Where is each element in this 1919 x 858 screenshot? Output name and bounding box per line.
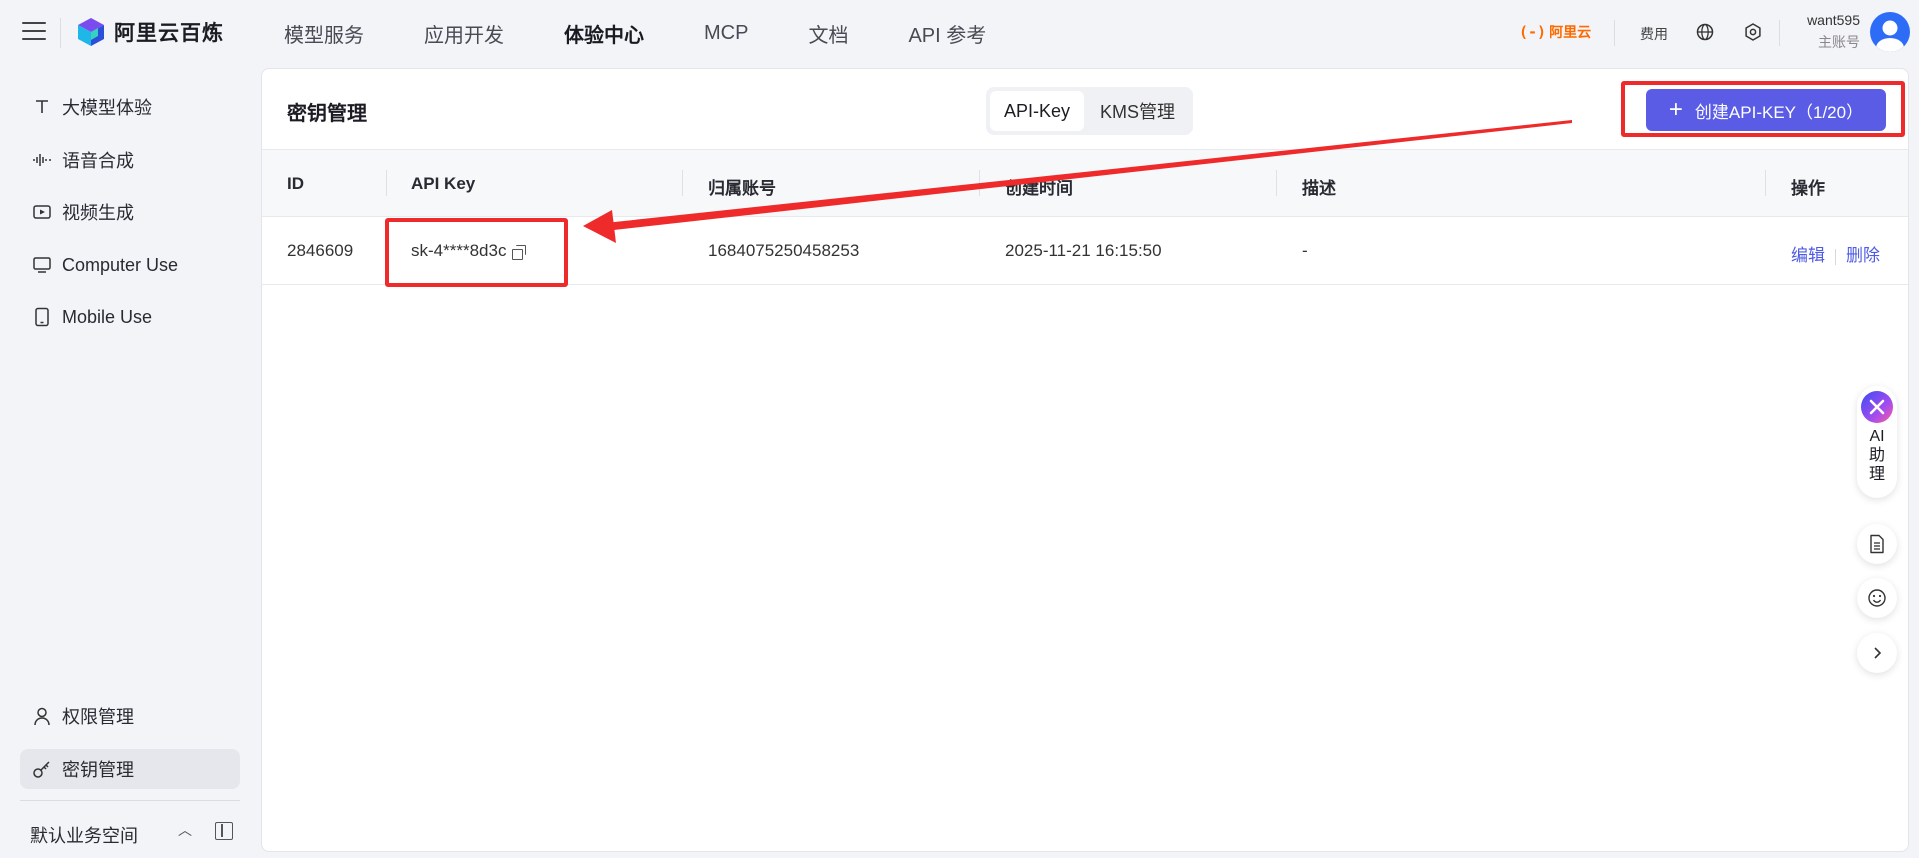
avatar[interactable] (1870, 12, 1910, 52)
api-key-value: sk-4****8d3c (411, 241, 507, 260)
user-name: want595 (1807, 12, 1860, 28)
column-header-account: 归属账号 (708, 179, 776, 198)
tab-kms[interactable]: KMS管理 (1086, 91, 1189, 131)
sidebar-item-llm-experience[interactable]: 大模型体验 (20, 87, 240, 127)
column-divider (682, 170, 683, 196)
user-icon (32, 706, 52, 726)
user-avatar-icon (1876, 20, 1904, 52)
cell-description: - (1302, 241, 1308, 260)
sidebar-item-video-generation[interactable]: 视频生成 (20, 192, 240, 232)
header-divider (1779, 20, 1780, 46)
sidebar-collapse-icon[interactable] (215, 822, 233, 840)
ai-assistant-icon (1861, 391, 1893, 423)
delete-button[interactable]: 删除 (1846, 246, 1880, 265)
sidebar-item-label: Computer Use (62, 254, 179, 275)
nav-mcp[interactable]: MCP (704, 22, 748, 45)
main-nav: 模型服务 应用开发 体验中心 MCP 文档 API 参考 (284, 0, 986, 66)
plus-icon: + (1668, 96, 1683, 123)
nav-docs[interactable]: 文档 (808, 19, 848, 48)
ai-assistant-label-line: 助 (1868, 447, 1885, 464)
header-divider (60, 18, 61, 48)
cell-api-key: sk-4****8d3c (411, 241, 527, 261)
aliyun-logo-icon: (-) (1519, 23, 1547, 41)
document-button[interactable] (1857, 524, 1897, 564)
sidebar-item-permissions[interactable]: 权限管理 (20, 696, 240, 736)
column-header-id: ID (287, 174, 304, 193)
fee-link[interactable]: 费用 (1640, 24, 1668, 44)
sidebar-item-label: Mobile Use (62, 306, 153, 327)
cell-actions: 编辑 删除 (1791, 241, 1880, 266)
sidebar-item-label: 语音合成 (62, 151, 134, 171)
copy-icon[interactable] (512, 244, 527, 260)
feedback-button[interactable] (1857, 578, 1897, 618)
column-header-api-key: API Key (411, 174, 476, 193)
text-icon (32, 97, 52, 117)
sidebar: 大模型体验 语音合成 视频生成 Computer Use Mobile Use … (0, 66, 260, 858)
ai-assistant-button[interactable]: AI 助 理 (1857, 386, 1897, 498)
sidebar-item-computer-use[interactable]: Computer Use (20, 245, 240, 285)
chevron-right-icon (1874, 647, 1882, 659)
app-logo[interactable]: 阿里云百炼 (76, 17, 224, 47)
create-api-key-button[interactable]: + 创建API-KEY（1/20） (1646, 89, 1886, 131)
column-divider (386, 170, 387, 196)
workspace-selector[interactable]: 默认业务空间 (30, 822, 138, 848)
cell-id: 2846609 (287, 241, 354, 260)
header-divider (1614, 20, 1615, 46)
key-type-tabs: API-Key KMS管理 (986, 87, 1194, 135)
aliyun-label: 阿里云 (1549, 24, 1592, 40)
table-header: ID API Key 归属账号 创建时间 描述 操作 (262, 149, 1908, 217)
sidebar-item-label: 视频生成 (62, 203, 134, 223)
edit-button[interactable]: 编辑 (1791, 246, 1825, 265)
tab-api-key[interactable]: API-Key (990, 91, 1085, 131)
chevron-up-icon[interactable]: ︿ (178, 820, 192, 840)
column-divider (1765, 170, 1766, 196)
column-header-actions: 操作 (1791, 179, 1825, 198)
action-divider (1835, 248, 1836, 265)
ai-assistant-label: AI 助 理 (1867, 427, 1887, 484)
nav-app-dev[interactable]: 应用开发 (424, 19, 504, 48)
menu-icon[interactable] (22, 22, 46, 42)
phone-icon (32, 307, 52, 327)
user-role: 主账号 (1818, 34, 1860, 50)
app-name: 阿里云百炼 (114, 22, 224, 45)
waveform-icon (32, 150, 52, 170)
sidebar-item-label: 密钥管理 (62, 760, 134, 780)
cell-created: 2025-11-21 16:15:50 (1005, 241, 1162, 260)
bailian-logo-icon (78, 18, 104, 46)
key-icon (32, 759, 52, 779)
globe-icon[interactable] (1695, 22, 1715, 42)
document-icon (1870, 534, 1884, 554)
column-header-description: 描述 (1302, 179, 1336, 198)
key-management-panel: 密钥管理 API-Key KMS管理 + 创建API-KEY（1/20） ID … (261, 68, 1909, 852)
column-header-created: 创建时间 (1005, 179, 1073, 198)
sidebar-item-mobile-use[interactable]: Mobile Use (20, 297, 240, 337)
sidebar-divider (20, 800, 240, 801)
create-api-key-label: 创建API-KEY（1/20） (1694, 102, 1864, 122)
column-divider (979, 170, 980, 196)
sidebar-item-speech-synthesis[interactable]: 语音合成 (20, 140, 240, 180)
expand-toolbar-button[interactable] (1857, 633, 1897, 673)
cell-account: 1684075250458253 (708, 241, 860, 260)
aliyun-link[interactable]: (-) 阿里云 (1519, 22, 1591, 42)
column-divider (1276, 170, 1277, 196)
video-icon (32, 202, 52, 222)
page-title: 密钥管理 (287, 103, 367, 125)
nav-api-reference[interactable]: API 参考 (908, 19, 986, 48)
ai-assistant-label-line: 理 (1868, 466, 1885, 483)
top-header: 阿里云百炼 模型服务 应用开发 体验中心 MCP 文档 API 参考 (-) 阿… (0, 0, 1919, 66)
sidebar-item-key-management[interactable]: 密钥管理 (20, 749, 240, 789)
smiley-icon (1868, 589, 1886, 607)
sidebar-item-label: 权限管理 (62, 707, 134, 727)
table-row: 2846609 sk-4****8d3c 1684075250458253 20… (262, 217, 1908, 285)
user-info[interactable]: want595 主账号 (1794, 12, 1860, 52)
monitor-icon (32, 255, 52, 275)
nav-model-service[interactable]: 模型服务 (284, 19, 364, 48)
nav-experience-center[interactable]: 体验中心 (564, 19, 644, 48)
ai-assistant-label-line: AI (1869, 428, 1885, 445)
sidebar-item-label: 大模型体验 (62, 98, 152, 118)
gear-icon[interactable] (1743, 22, 1763, 42)
